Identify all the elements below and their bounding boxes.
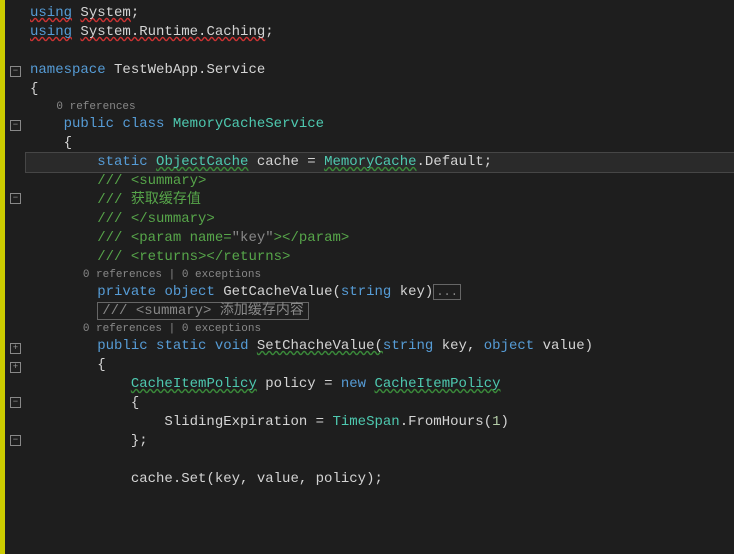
code-line[interactable]: }; [26, 432, 734, 451]
codelens[interactable]: 0 references | 0 exceptions [26, 267, 734, 283]
fold-toggle-icon[interactable]: − [10, 397, 21, 408]
code-line-current[interactable]: static ObjectCache cache = MemoryCache.D… [26, 153, 734, 172]
code-line[interactable] [26, 451, 734, 470]
code-editor[interactable]: − − − + + − − using System; using System… [0, 0, 734, 554]
code-line[interactable]: /// 获取缓存值 [26, 191, 734, 210]
collapsed-region-icon[interactable]: ... [433, 284, 461, 300]
code-line[interactable]: public static void SetChacheValue(string… [26, 337, 734, 356]
code-line[interactable]: /// <summary> [26, 172, 734, 191]
code-line[interactable]: { [26, 134, 734, 153]
code-line[interactable]: { [26, 80, 734, 99]
fold-toggle-icon[interactable]: + [10, 362, 21, 373]
code-line[interactable]: CacheItemPolicy policy = new CacheItemPo… [26, 375, 734, 394]
code-line[interactable]: cache.Set(key, value, policy); [26, 470, 734, 489]
fold-toggle-icon[interactable]: − [10, 120, 21, 131]
code-line[interactable]: /// <returns></returns> [26, 248, 734, 267]
code-line[interactable]: using System.Runtime.Caching; [26, 23, 734, 42]
code-line[interactable]: using System; [26, 4, 734, 23]
code-line[interactable]: { [26, 356, 734, 375]
change-indicator [0, 0, 5, 554]
code-line[interactable]: /// <param name="key"></param> [26, 229, 734, 248]
code-line[interactable]: namespace TestWebApp.Service [26, 61, 734, 80]
fold-toggle-icon[interactable]: − [10, 435, 21, 446]
code-line[interactable] [26, 42, 734, 61]
code-line[interactable]: private object GetCacheValue(string key)… [26, 283, 734, 302]
gutter: − − − + + − − [0, 0, 26, 554]
fold-column: − − − + + − − [10, 0, 24, 554]
code-line[interactable]: SlidingExpiration = TimeSpan.FromHours(1… [26, 413, 734, 432]
code-line[interactable]: public class MemoryCacheService [26, 115, 734, 134]
code-text-area[interactable]: using System; using System.Runtime.Cachi… [26, 0, 734, 554]
fold-toggle-icon[interactable]: − [10, 66, 21, 77]
codelens[interactable]: 0 references [26, 99, 734, 115]
fold-toggle-icon[interactable]: + [10, 343, 21, 354]
fold-toggle-icon[interactable]: − [10, 193, 21, 204]
code-line[interactable]: /// </summary> [26, 210, 734, 229]
code-line[interactable]: { [26, 394, 734, 413]
code-line[interactable]: /// <summary> 添加缓存内容 [26, 302, 734, 321]
codelens[interactable]: 0 references | 0 exceptions [26, 321, 734, 337]
collapsed-summary[interactable]: /// <summary> 添加缓存内容 [97, 302, 309, 320]
